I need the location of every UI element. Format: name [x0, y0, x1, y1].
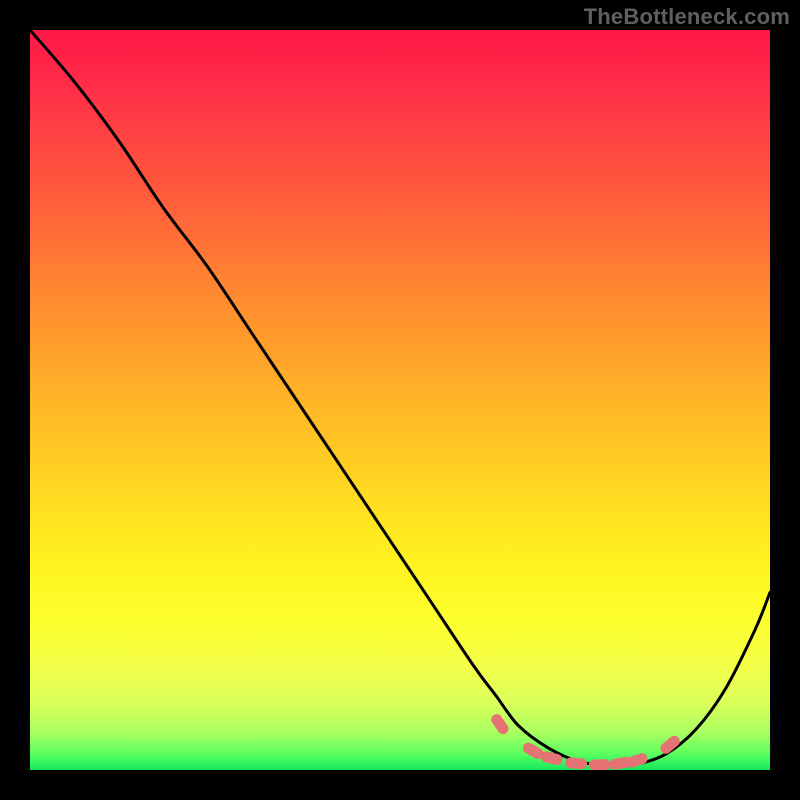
- marker-dash: [565, 757, 588, 770]
- watermark-text: TheBottleneck.com: [584, 4, 790, 30]
- plot-area: [30, 30, 770, 770]
- marker-dash: [658, 734, 682, 757]
- marker-dash: [540, 750, 564, 766]
- marker-dash: [589, 759, 611, 770]
- marker-dash: [625, 752, 649, 769]
- chart-container: TheBottleneck.com: [0, 0, 800, 800]
- highlight-markers: [489, 712, 682, 770]
- marker-dash: [489, 712, 511, 736]
- markers-layer: [30, 30, 770, 770]
